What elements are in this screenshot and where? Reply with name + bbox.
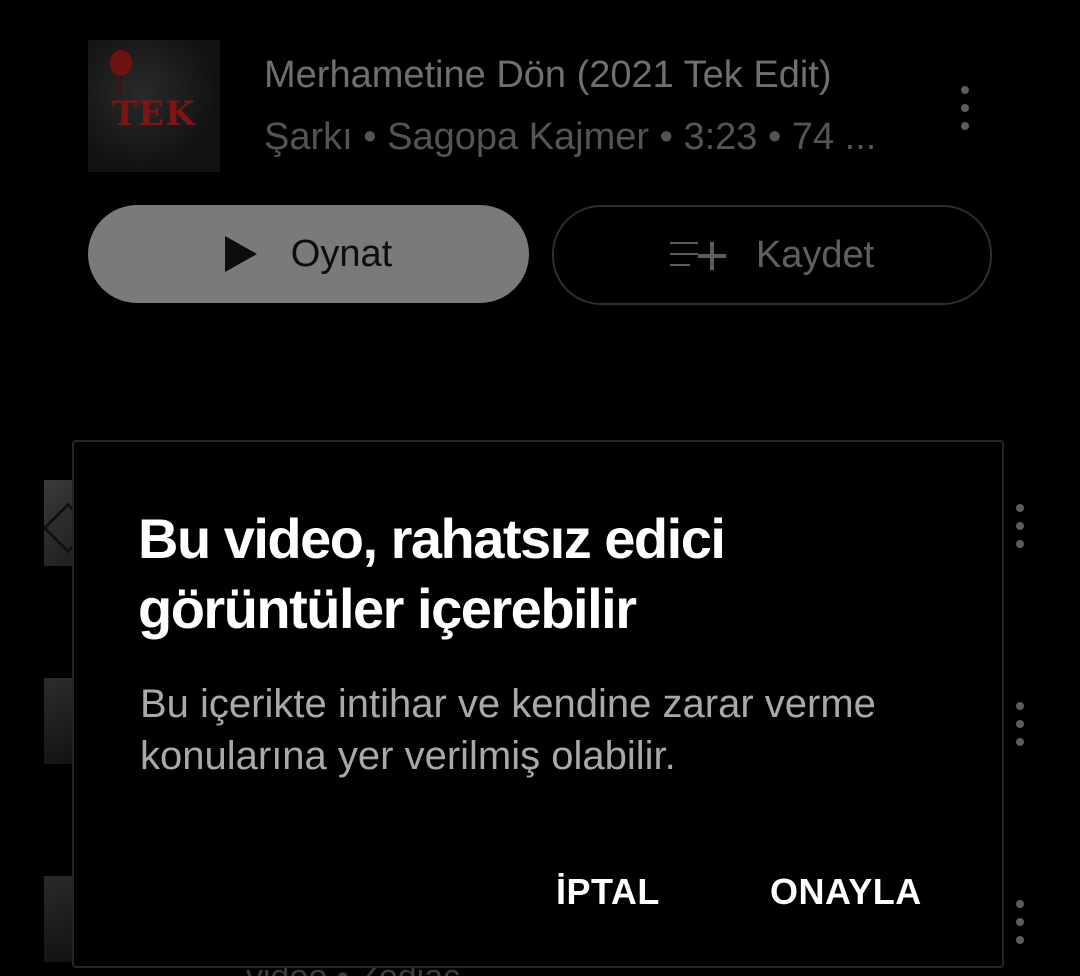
save-button[interactable]: Kaydet [552,205,992,305]
screen: TEK Merhametine Dön (2021 Tek Edit) Şark… [0,0,1080,976]
playlist-add-icon [669,240,728,270]
play-button-label: Oynat [290,232,393,275]
balloon-graphic [110,50,132,76]
balloon-string-graphic [120,76,122,96]
dialog-title: Bu video, rahatsız edici görüntüler içer… [138,507,726,640]
content-warning-dialog: Bu video, rahatsız edici görüntüler içer… [72,440,1004,968]
song-subtitle[interactable]: Şarkı • Sagopa Kajmer • 3:23 • 74 ... [264,116,876,159]
dialog-message: Bu içerikte intihar ve kendine zarar ver… [140,682,876,778]
more-vert-icon[interactable] [1014,504,1026,548]
song-title[interactable]: Merhametine Dön (2021 Tek Edit) [264,54,831,97]
more-vert-icon[interactable] [959,86,971,130]
song-header: TEK Merhametine Dön (2021 Tek Edit) Şark… [88,40,1048,172]
thumbnail-logo: TEK [112,94,196,134]
play-icon [224,236,257,272]
play-button[interactable]: Oynat [88,205,529,303]
confirm-button[interactable]: ONAYLA [770,862,922,922]
more-vert-icon[interactable] [1014,900,1026,944]
save-button-label: Kaydet [755,233,875,276]
cancel-button[interactable]: İPTAL [556,862,660,922]
more-vert-icon[interactable] [1014,702,1026,746]
song-thumbnail[interactable]: TEK [88,40,220,172]
